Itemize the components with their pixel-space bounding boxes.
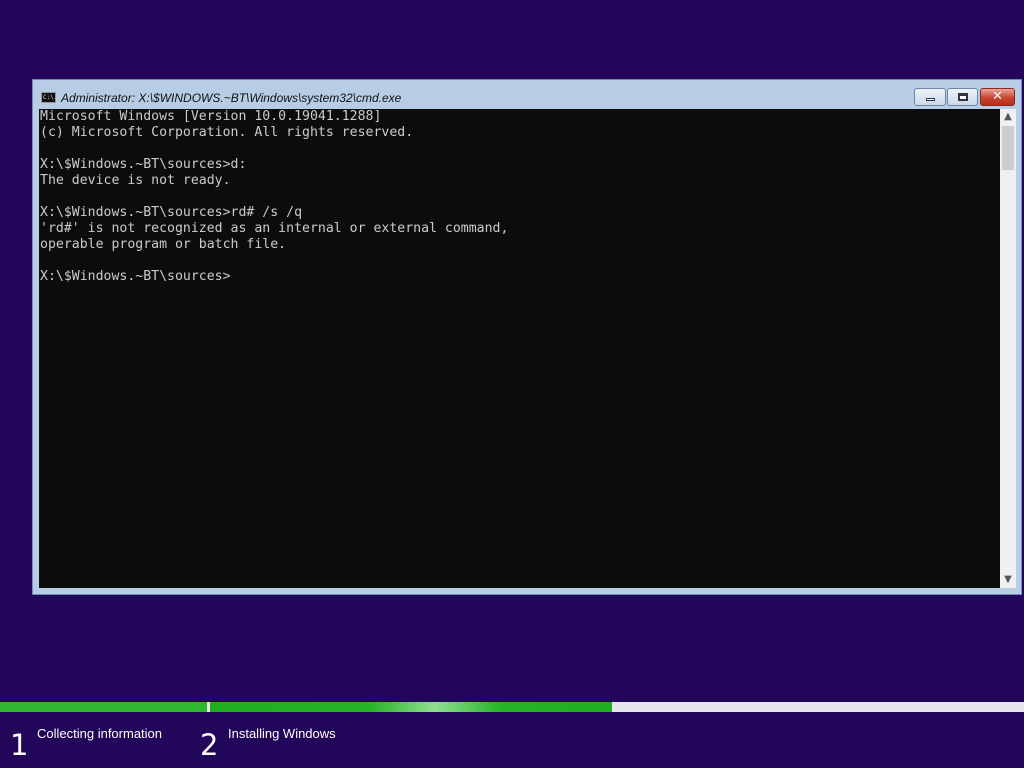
maximize-icon: [958, 93, 968, 101]
progress-segment-collecting: [0, 702, 207, 712]
console-output[interactable]: Microsoft Windows [Version 10.0.19041.12…: [39, 109, 1000, 588]
scrollbar-thumb[interactable]: [1002, 126, 1014, 170]
console-line: The device is not ready.: [40, 173, 231, 188]
window-titlebar[interactable]: C:\. Administrator: X:\$WINDOWS.~BT\Wind…: [33, 80, 1021, 108]
cmd-icon: C:\.: [41, 92, 58, 103]
console-line: 'rd#' is not recognized as an internal o…: [40, 221, 509, 236]
console-line: X:\$Windows.~BT\sources>d:: [40, 157, 247, 172]
step-number-1: 1: [10, 728, 29, 762]
window-title: Administrator: X:\$WINDOWS.~BT\Windows\s…: [61, 91, 402, 105]
maximize-button[interactable]: [947, 88, 978, 106]
scroll-down-arrow-icon[interactable]: ▼: [1000, 572, 1016, 588]
console-line: operable program or batch file.: [40, 237, 287, 252]
close-icon: ✕: [992, 89, 1003, 104]
progress-segment-installing: [210, 702, 612, 712]
step-label-collecting: Collecting information: [37, 726, 163, 741]
command-prompt[interactable]: X:\$Windows.~BT\sources>: [40, 269, 231, 285]
console-line: Microsoft Windows [Version 10.0.19041.12…: [40, 109, 382, 124]
minimize-button[interactable]: [914, 88, 946, 106]
vertical-scrollbar[interactable]: ▲ ▼: [1000, 109, 1016, 588]
step-number-2: 2: [200, 728, 219, 762]
console-line: X:\$Windows.~BT\sources>rd# /s /q: [40, 205, 303, 220]
minimize-icon: [926, 98, 935, 101]
close-button[interactable]: ✕: [980, 88, 1015, 106]
cmd-window[interactable]: C:\. Administrator: X:\$WINDOWS.~BT\Wind…: [32, 79, 1022, 595]
scroll-up-arrow-icon[interactable]: ▲: [1000, 109, 1016, 125]
step-label-installing: Installing Windows: [228, 726, 336, 741]
console-line: (c) Microsoft Corporation. All rights re…: [40, 125, 414, 140]
